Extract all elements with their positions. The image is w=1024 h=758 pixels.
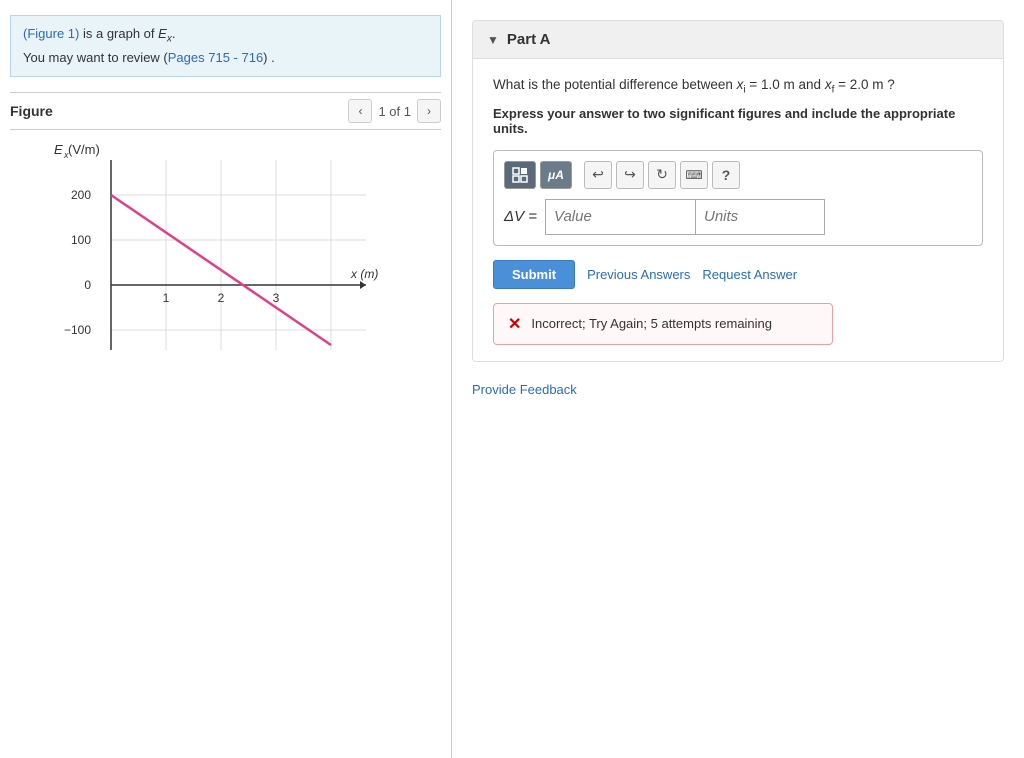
error-icon: ✕ [508, 314, 521, 334]
x-axis-arrow [360, 281, 366, 289]
value-input[interactable] [545, 199, 695, 235]
answer-box: μA ↩ ↪ ↻ ⌨ ? ΔV = [493, 150, 983, 246]
feedback-link[interactable]: Provide Feedback [472, 382, 1004, 397]
action-row: Submit Previous Answers Request Answer [493, 260, 983, 289]
refresh-button[interactable]: ↻ [648, 161, 676, 189]
y-tick-200: 200 [70, 188, 90, 202]
previous-answers-link[interactable]: Previous Answers [587, 267, 690, 282]
error-box: ✕ Incorrect; Try Again; 5 attempts remai… [493, 303, 833, 345]
right-panel: ▼ Part A What is the potential differenc… [452, 0, 1024, 758]
part-title: Part A [507, 31, 551, 48]
figure-title: Figure [10, 103, 53, 119]
question-text: What is the potential difference between… [493, 75, 983, 98]
left-panel: (Figure 1) is a graph of Ex. You may wan… [0, 0, 452, 758]
y-tick-neg100: −100 [63, 323, 90, 337]
figure-next-button[interactable]: › [417, 99, 441, 123]
x-tick-1: 1 [162, 291, 169, 305]
keyboard-button[interactable]: ⌨ [680, 161, 708, 189]
graph-svg: E x (V/m) [46, 140, 406, 380]
y-tick-100: 100 [70, 233, 90, 247]
help-button[interactable]: ? [712, 161, 740, 189]
part-header: ▼ Part A [473, 21, 1003, 59]
info-text-2: You may want to review ( [23, 50, 168, 65]
x-tick-3: 3 [272, 291, 279, 305]
matrix-button[interactable] [504, 161, 536, 189]
matrix-icon [512, 167, 528, 183]
figure-nav-count: 1 of 1 [378, 104, 411, 119]
error-message: Incorrect; Try Again; 5 attempts remaini… [531, 316, 772, 331]
toolbar: μA ↩ ↪ ↻ ⌨ ? [504, 161, 972, 189]
figure-prev-button[interactable]: ‹ [348, 99, 372, 123]
undo-button[interactable]: ↩ [584, 161, 612, 189]
figure-nav: ‹ 1 of 1 › [348, 99, 441, 123]
request-answer-link[interactable]: Request Answer [702, 267, 797, 282]
graph-container: E x (V/m) [46, 140, 406, 380]
figure-area: Figure ‹ 1 of 1 › E x (V/m) [0, 82, 451, 758]
delta-v-label: ΔV = [504, 208, 537, 225]
figure-header: Figure ‹ 1 of 1 › [10, 92, 441, 130]
question-instruction: Express your answer to two significant f… [493, 106, 983, 136]
collapse-icon[interactable]: ▼ [487, 33, 499, 47]
units-input[interactable] [695, 199, 825, 235]
y-axis-label: E [54, 142, 63, 157]
y-tick-0: 0 [84, 278, 91, 292]
pages-link[interactable]: Pages 715 - 716 [168, 50, 263, 65]
figure1-link[interactable]: (Figure 1) [23, 26, 79, 41]
y-axis-unit: (V/m) [68, 142, 100, 157]
x-tick-2: 2 [217, 291, 224, 305]
info-text-3: ) . [263, 50, 275, 65]
mu-button[interactable]: μA [540, 161, 572, 189]
info-box: (Figure 1) is a graph of Ex. You may wan… [10, 15, 441, 77]
input-row: ΔV = [504, 199, 972, 235]
part-body: What is the potential difference between… [473, 59, 1003, 361]
x-axis-label: x (m) [350, 267, 378, 281]
submit-button[interactable]: Submit [493, 260, 575, 289]
info-text-1: is a graph of Ex. [83, 26, 175, 41]
part-section: ▼ Part A What is the potential differenc… [472, 20, 1004, 362]
redo-button[interactable]: ↪ [616, 161, 644, 189]
